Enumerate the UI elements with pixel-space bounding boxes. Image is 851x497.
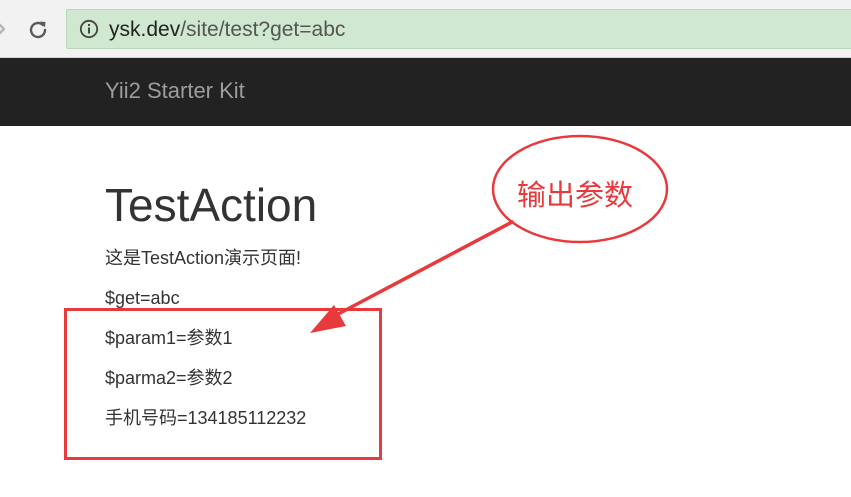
- intro-line: 这是TestAction演示页面!: [105, 248, 302, 268]
- url-path: /site/test?get=abc: [180, 18, 346, 41]
- annotation-label: 输出参数: [517, 178, 634, 212]
- browser-toolbar: ysk.dev/site/test?get=abc: [0, 0, 851, 58]
- info-icon[interactable]: [79, 19, 99, 39]
- navbar: Yii2 Starter Kit: [0, 58, 851, 126]
- forward-arrow-icon[interactable]: [0, 18, 8, 40]
- url-host: ysk.dev: [109, 18, 181, 41]
- annotation-arrow: [310, 134, 669, 333]
- page-title: TestAction: [105, 179, 318, 231]
- navbar-brand[interactable]: Yii2 Starter Kit: [105, 78, 245, 104]
- arrow-head: [310, 305, 346, 333]
- address-bar[interactable]: ysk.dev/site/test?get=abc: [66, 9, 851, 49]
- get-param-line: $get=abc: [105, 288, 180, 308]
- reload-icon[interactable]: [26, 18, 50, 42]
- url-text[interactable]: ysk.dev/site/test?get=abc: [109, 18, 345, 42]
- arrow-line: [323, 220, 514, 323]
